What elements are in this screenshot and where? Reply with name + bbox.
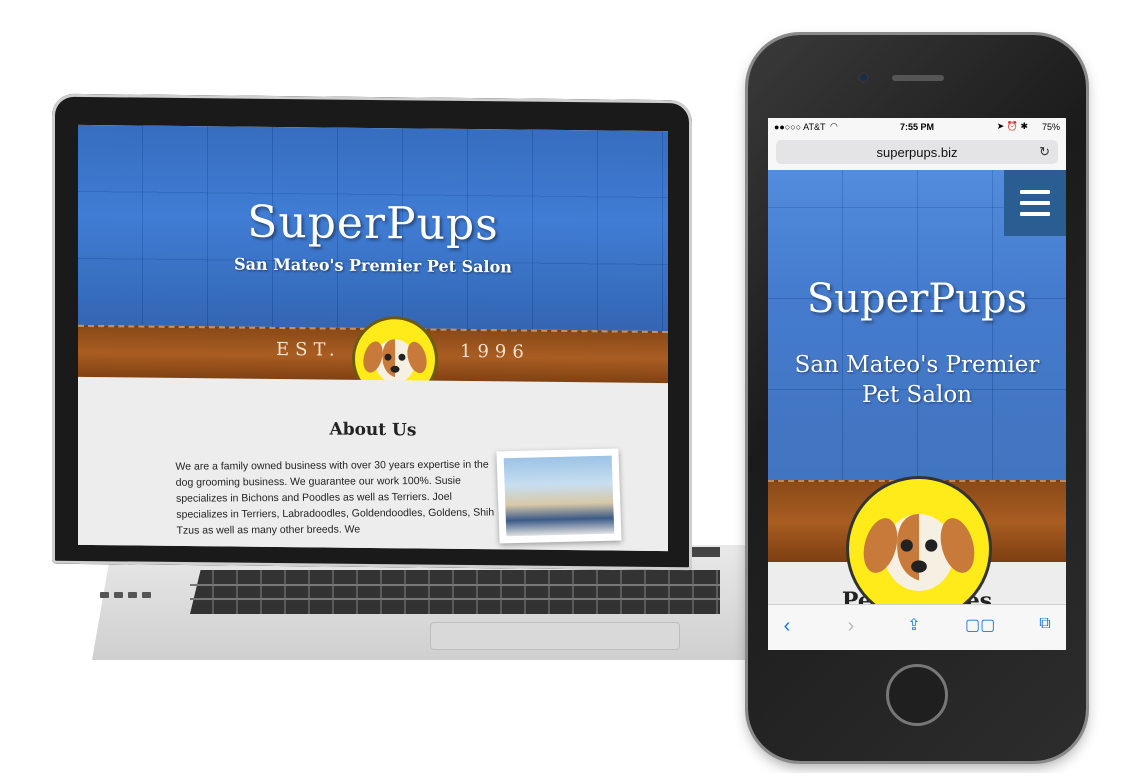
usb-port [142, 592, 151, 598]
forward-icon[interactable]: › [836, 615, 866, 638]
phone-screen: ●●○○○ AT&T ◠ 7:55 PM ➤ ⏰ ✱ 75% superpups… [768, 118, 1066, 650]
usb-port [128, 592, 137, 598]
salon-photo-image [503, 455, 615, 537]
reload-icon[interactable]: ↻ [1039, 144, 1050, 160]
speaker-grille [892, 75, 944, 81]
battery-level: 75% [1041, 122, 1060, 132]
keyboard-row-gap [190, 598, 720, 600]
alarm-icon: ➤ ⏰ ✱ [996, 121, 1028, 131]
safari-toolbar: ‹ › ⇪ ▢▢ ⧉ [768, 604, 1066, 650]
mobile-dog-logo[interactable] [846, 476, 992, 622]
est-label: EST. [276, 338, 341, 361]
usb-port [100, 592, 109, 598]
laptop-trackpad [430, 622, 680, 650]
camera-icon [858, 72, 869, 83]
share-icon[interactable]: ⇪ [899, 615, 929, 635]
menu-line [1020, 190, 1050, 194]
mobile-site-tagline: San Mateo's Premier Pet Salon [768, 350, 1066, 410]
url-text: superpups.biz [876, 145, 958, 160]
address-field[interactable]: superpups.biz ↻ [776, 140, 1058, 164]
home-button[interactable] [886, 664, 948, 726]
bookmarks-icon[interactable]: ▢▢ [965, 615, 995, 635]
tabs-icon[interactable]: ⧉ [1030, 615, 1060, 633]
hamburger-menu-button[interactable] [1004, 170, 1066, 236]
safari-url-bar: superpups.biz ↻ [768, 136, 1066, 171]
laptop-keyboard [190, 570, 720, 614]
laptop-mockup: SuperPups San Mateo's Premier Pet Salon … [0, 0, 760, 773]
menu-line [1020, 212, 1050, 216]
usb-port [114, 592, 123, 598]
tagline-line-2: Pet Salon [861, 382, 973, 408]
status-bar: ●●○○○ AT&T ◠ 7:55 PM ➤ ⏰ ✱ 75% [768, 118, 1066, 136]
laptop-screen: SuperPups San Mateo's Premier Pet Salon … [78, 124, 668, 552]
est-year: 1996 [460, 340, 530, 363]
mobile-site-title: SuperPups [806, 276, 1028, 322]
back-icon[interactable]: ‹ [772, 615, 802, 638]
site-title: SuperPups [247, 196, 499, 251]
menu-line [1020, 201, 1050, 205]
dog-face-icon [863, 514, 975, 591]
salon-photo[interactable] [496, 448, 622, 544]
keyboard-row-gap [190, 584, 720, 586]
about-paragraph: We are a family owned business with over… [175, 458, 495, 537]
tagline-line-1: San Mateo's Premier [794, 352, 1040, 378]
